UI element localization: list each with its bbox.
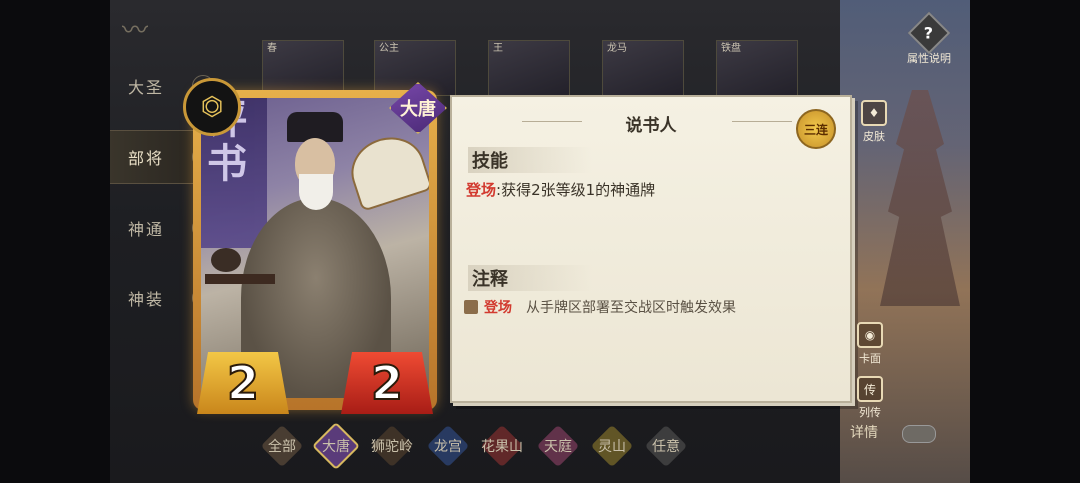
details-toggle[interactable] — [902, 425, 936, 443]
filter-label: 任意 — [652, 439, 680, 455]
filter-shituoling[interactable]: 狮驼岭 — [370, 426, 414, 466]
filter-label: 天庭 — [544, 439, 572, 455]
question-icon: ? — [907, 11, 951, 55]
filter-huaguoshan[interactable]: 花果山 — [480, 426, 524, 466]
filter-all[interactable]: 全部 — [260, 426, 304, 466]
attack-value: 2 — [197, 352, 289, 414]
nav-label: 大圣 — [128, 78, 165, 97]
filter-tianting[interactable]: 天庭 — [536, 426, 580, 466]
thumb-label: 公主 — [379, 43, 399, 54]
table-illustration — [205, 274, 275, 284]
biography-label: 列传 — [859, 406, 881, 419]
card-thumbnail-strip: 春 公主 王 龙马 铁盘 — [262, 40, 822, 96]
filter-label: 狮驼岭 — [371, 439, 413, 455]
skill-description: 登场:获得2张等级1的神通牌 — [466, 179, 655, 200]
card-info-panel: 说书人 三连 技能 登场:获得2张等级1的神通牌 注释 登场 从手牌区部署至交战… — [450, 95, 852, 403]
title-ornament — [732, 121, 792, 122]
skill-keyword: 登场 — [466, 181, 497, 199]
filter-datang[interactable]: 大唐 — [314, 426, 358, 466]
thumb-label: 春 — [267, 43, 277, 54]
nav-label: 部将 — [128, 149, 165, 168]
skill-text: :获得2张等级1的神通牌 — [496, 181, 656, 199]
card-thumbnail[interactable]: 春 — [262, 40, 344, 96]
skill-heading: 技能 — [468, 147, 592, 173]
thumb-label: 龙马 — [607, 43, 627, 54]
filter-lingshan[interactable]: 灵山 — [590, 426, 634, 466]
filter-label: 花果山 — [481, 439, 523, 455]
skin-button[interactable]: ♦ 皮肤 — [852, 100, 896, 144]
filter-label: 大唐 — [322, 439, 350, 455]
card-thumbnail[interactable]: 龙马 — [602, 40, 684, 96]
note-keyword: 登场 — [484, 300, 512, 316]
filter-any[interactable]: 任意 — [644, 426, 688, 466]
nav-label: 神装 — [128, 290, 165, 309]
note-line: 登场 从手牌区部署至交战区时触发效果 — [464, 297, 736, 317]
skin-label: 皮肤 — [863, 130, 885, 143]
card-thumbnail[interactable]: 铁盘 — [716, 40, 798, 96]
filter-label: 灵山 — [598, 439, 626, 455]
thumb-label: 王 — [493, 43, 503, 54]
character-card[interactable]: 评书 ⏣ 大唐 2 2 — [183, 78, 447, 414]
health-value: 2 — [341, 352, 433, 414]
biography-button[interactable]: 传 列传 — [848, 376, 892, 420]
note-heading: 注释 — [468, 265, 592, 291]
card-face-label: 卡面 — [859, 352, 881, 365]
faction-emblem-icon: ⏣ — [183, 78, 241, 136]
flag-icon — [464, 300, 478, 314]
thumb-label: 铁盘 — [721, 43, 741, 54]
card-face-icon: ◉ — [857, 322, 883, 348]
filter-longgong[interactable]: 龙宫 — [426, 426, 470, 466]
storyteller-beard — [299, 174, 333, 210]
triple-badge: 三连 — [796, 109, 836, 149]
scroll-icon: 传 — [857, 376, 883, 402]
robe-icon: ♦ — [861, 100, 887, 126]
nav-label: 神通 — [128, 220, 165, 239]
filter-label: 全部 — [268, 439, 296, 455]
note-text: 从手牌区部署至交战区时触发效果 — [526, 300, 736, 316]
card-face-button[interactable]: ◉ 卡面 — [848, 322, 892, 366]
help-button[interactable]: ? 属性说明 — [900, 11, 958, 66]
game-logo: 〰 — [122, 16, 149, 46]
filter-label: 龙宫 — [434, 439, 462, 455]
fan-illustration — [342, 128, 429, 212]
card-name: 说书人 — [625, 116, 677, 136]
card-thumbnail[interactable]: 王 — [488, 40, 570, 96]
faction-label: 大唐 — [400, 99, 436, 120]
game-screen: 〰 大圣 ◎ 部将 ◎ 神通 ◎ 神装 ◎ 春 公主 王 龙马 铁盘 评书 — [110, 0, 970, 483]
details-label: 详情 — [850, 425, 878, 441]
teapot-illustration — [211, 248, 241, 272]
